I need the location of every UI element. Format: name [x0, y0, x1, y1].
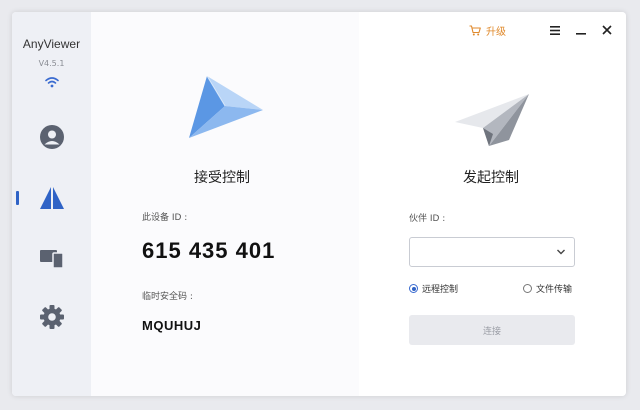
receive-panel-bg	[91, 12, 359, 396]
receive-plane-icon	[189, 75, 263, 138]
radio-remote-control[interactable]: 远程控制	[409, 282, 458, 295]
sidebar-item-settings[interactable]	[34, 300, 70, 334]
connect-button[interactable]: 连接	[409, 315, 575, 345]
initiate-plane-icon	[455, 94, 529, 146]
sidebar-item-devices[interactable]	[34, 241, 70, 275]
radio-button-selected[interactable]	[409, 284, 418, 293]
sidebar: AnyViewer V4.5.1	[12, 12, 91, 396]
upgrade-button[interactable]: 升级	[469, 23, 506, 38]
devices-icon	[40, 250, 64, 269]
partner-id-field[interactable]	[409, 237, 575, 267]
sidebar-item-account[interactable]	[34, 120, 70, 154]
radio-remote-control-label: 远程控制	[422, 285, 459, 295]
menu-icon	[550, 25, 560, 35]
wifi-icon	[45, 77, 59, 88]
close-icon	[602, 25, 612, 35]
receive-title: 接受控制	[194, 170, 250, 186]
temp-code-value: MQUHUJ	[142, 318, 202, 333]
radio-button-unselected[interactable]	[523, 284, 532, 293]
partner-id-input[interactable]	[410, 238, 550, 266]
temp-code-label: 临时安全码 :	[142, 292, 193, 302]
radio-file-transfer-label: 文件传输	[536, 285, 573, 295]
device-id-label: 此设备 ID :	[142, 213, 188, 223]
account-icon	[40, 125, 64, 149]
upgrade-label: 升级	[486, 26, 506, 38]
minimize-button[interactable]	[568, 20, 594, 40]
close-button[interactable]	[594, 20, 620, 40]
main-panel: 升级 接受控制 此设备 ID: 615 435 401 临时安全码: MQU…	[91, 12, 626, 396]
connection-icon	[40, 187, 64, 209]
initiate-title: 发起控制	[463, 170, 519, 186]
titlebar: 升级	[469, 20, 620, 40]
settings-icon	[40, 305, 64, 329]
sidebar-item-connection[interactable]	[34, 181, 70, 215]
active-nav-indicator	[16, 191, 19, 205]
chevron-down-icon[interactable]	[556, 247, 566, 257]
device-id-value: 615 435 401	[142, 238, 276, 263]
cart-icon	[469, 24, 481, 35]
connect-button-label: 连接	[482, 326, 501, 337]
partner-id-label: 伙伴 ID :	[409, 214, 446, 224]
radio-file-transfer[interactable]: 文件传输	[523, 282, 572, 295]
app-window: AnyViewer V4.5.1 升级 接受控制 此设备 ID: 615 43…	[12, 12, 626, 396]
app-name: AnyViewer	[22, 37, 81, 51]
minimize-icon	[576, 33, 586, 35]
menu-button[interactable]	[542, 20, 568, 40]
app-version: V4.5.1	[38, 59, 65, 68]
